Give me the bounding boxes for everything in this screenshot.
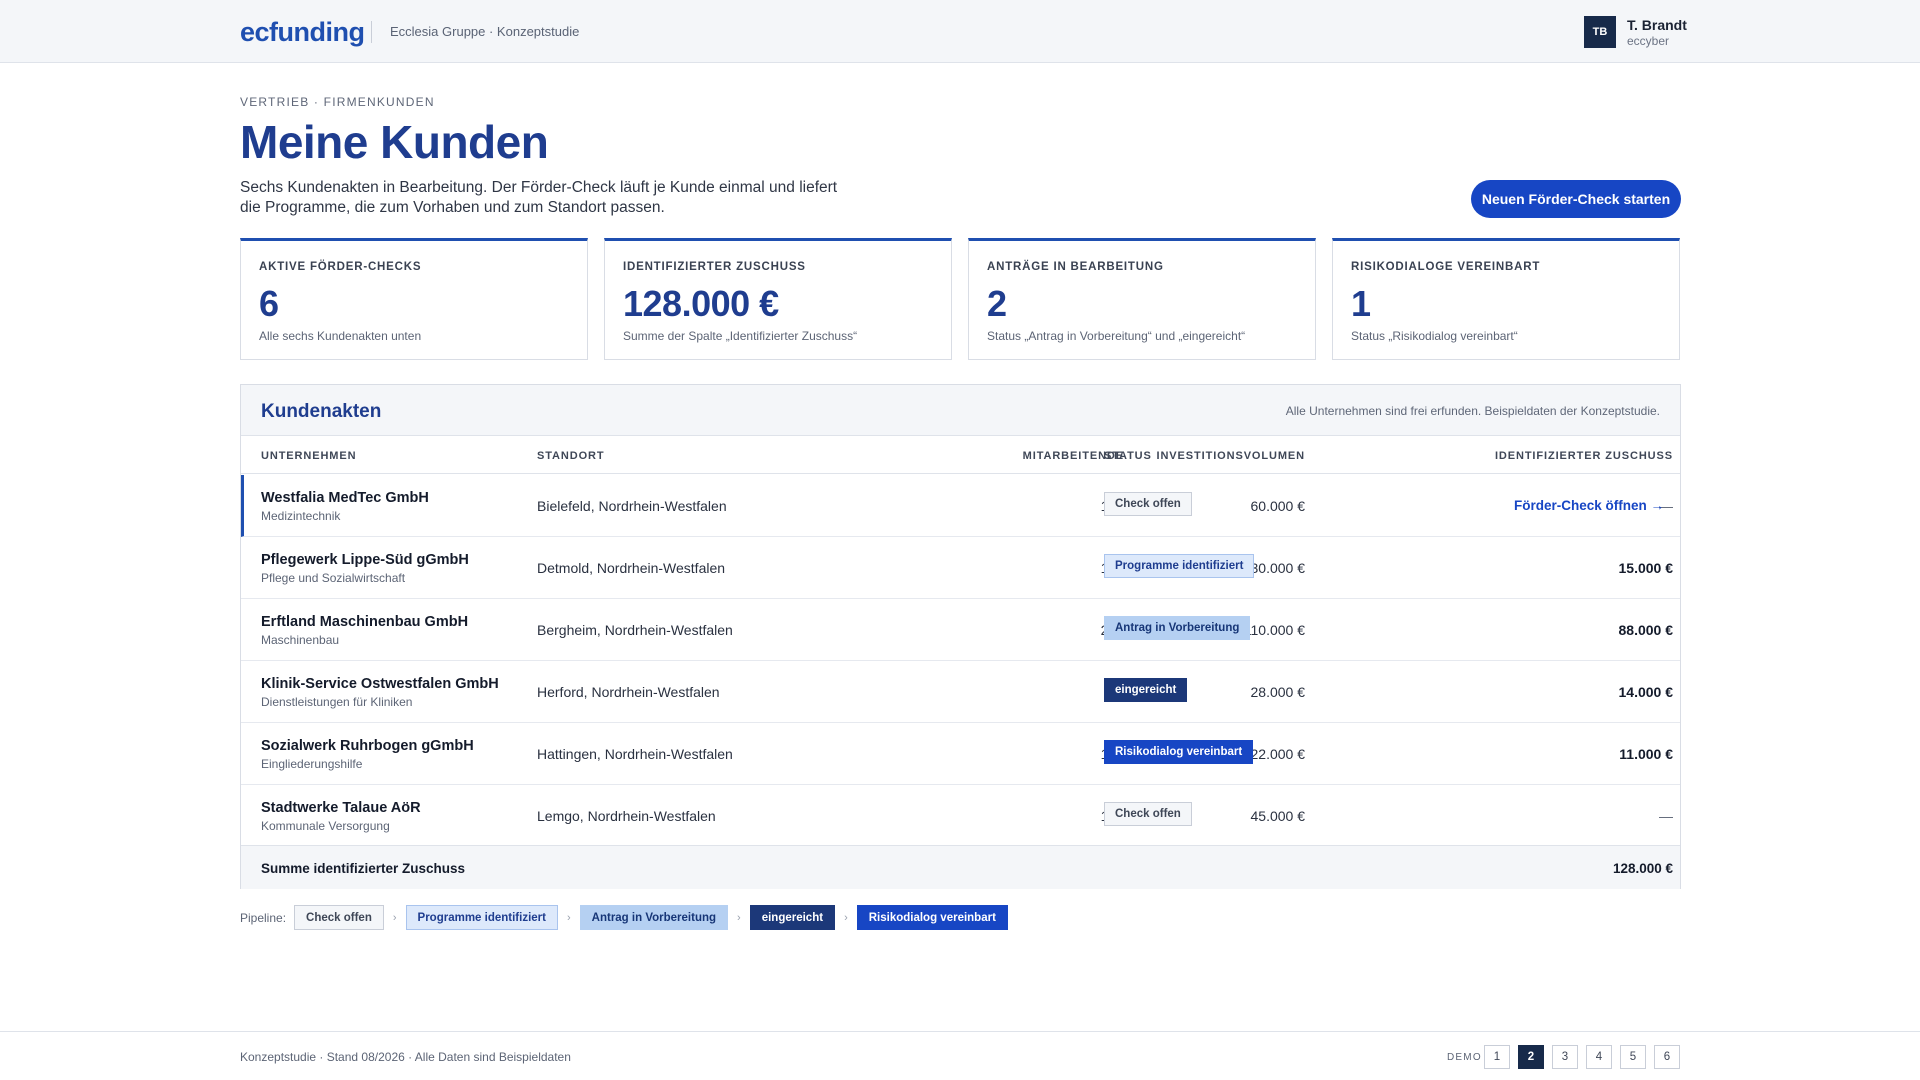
company-branch: Maschinenbau <box>261 633 340 647</box>
company-name: Klinik-Service Ostwestfalen GmbH <box>261 676 499 692</box>
kpi-note: Status „Antrag in Vorbereitung“ und „ein… <box>987 329 1246 343</box>
kpi-value: 128.000 € <box>623 283 779 324</box>
identified-grant: 88.000 € <box>1618 622 1674 638</box>
identified-grant: 14.000 € <box>1618 684 1674 700</box>
company-branch: Dienstleistungen für Kliniken <box>261 695 413 709</box>
user-org: eccyber <box>1627 34 1670 48</box>
company-branch: Medizintechnik <box>261 509 341 523</box>
demo-page-1[interactable]: 1 <box>1484 1045 1510 1069</box>
chevron-right-icon: › <box>737 911 741 924</box>
company-location: Bergheim, Nordrhein-Westfalen <box>537 622 733 638</box>
sum-row: Summe identifizierter Zuschuss 128.000 € <box>241 845 1680 889</box>
table-row[interactable]: Westfalia MedTec GmbH Medizintechnik Bie… <box>241 475 1680 537</box>
demo-page-5[interactable]: 5 <box>1620 1045 1646 1069</box>
company-branch: Kommunale Versorgung <box>261 819 390 833</box>
company-location: Hattingen, Nordrhein-Westfalen <box>537 746 733 762</box>
status-badge: Check offen <box>1104 492 1192 516</box>
pipeline-legend: Pipeline: Check offen › Programme identi… <box>240 905 1008 930</box>
user-name[interactable]: T. Brandt <box>1627 17 1687 33</box>
company-location: Lemgo, Nordrhein-Westfalen <box>537 808 716 824</box>
company-name: Erftland Maschinenbau GmbH <box>261 614 469 630</box>
column-header-location[interactable]: STANDORT <box>537 450 605 462</box>
kpi-label: IDENTIFIZIERTER ZUSCHUSS <box>623 261 806 273</box>
demo-page-2[interactable]: 2 <box>1518 1045 1544 1069</box>
page-title: Meine Kunden <box>240 116 549 168</box>
panel-header: Kundenakten Alle Unternehmen sind frei e… <box>241 385 1680 436</box>
identified-grant: 11.000 € <box>1619 746 1673 762</box>
table-row[interactable]: Pflegewerk Lippe-Süd gGmbH Pflege und So… <box>241 537 1680 599</box>
brand-logo[interactable]: ecfunding <box>240 17 365 48</box>
company-name: Stadtwerke Talaue AöR <box>261 800 421 816</box>
sum-label: Summe identifizierter Zuschuss <box>261 861 466 876</box>
company-location: Bielefeld, Nordrhein-Westfalen <box>537 498 727 514</box>
footer-text: Konzeptstudie · Stand 08/2026 · Alle Dat… <box>240 1050 571 1064</box>
kpi-card-identified-grant: IDENTIFIZIERTER ZUSCHUSS 128.000 € Summe… <box>604 238 952 360</box>
table-row[interactable]: Erftland Maschinenbau GmbH Maschinenbau … <box>241 599 1680 661</box>
company-location: Herford, Nordrhein-Westfalen <box>537 684 720 700</box>
kpi-note: Status „Risikodialog vereinbart“ <box>1351 329 1518 343</box>
table-row[interactable]: Sozialwerk Ruhrbogen gGmbH Eingliederung… <box>241 723 1680 785</box>
status-badge: Programme identifiziert <box>1104 554 1255 578</box>
identified-grant: — <box>1659 808 1673 824</box>
kpi-label: AKTIVE FÖRDER-CHECKS <box>259 261 422 273</box>
status-badge: Check offen <box>1104 802 1192 826</box>
company-branch: Eingliederungshilfe <box>261 757 363 771</box>
chevron-right-icon: › <box>392 911 397 924</box>
demo-label: DEMO <box>1447 1052 1482 1063</box>
kpi-note: Summe der Spalte „Identifizierter Zuschu… <box>623 329 858 343</box>
kpi-value: 2 <box>987 283 1007 324</box>
table-row[interactable]: Stadtwerke Talaue AöR Kommunale Versorgu… <box>241 785 1680 847</box>
brand-subtitle: Ecclesia Gruppe · Konzeptstudie <box>390 24 580 39</box>
company-branch: Pflege und Sozialwirtschaft <box>261 571 406 585</box>
kpi-value: 6 <box>259 283 279 324</box>
top-bar: ecfunding Ecclesia Gruppe · Konzeptstudi… <box>0 0 1920 63</box>
breadcrumb: VERTRIEB · FIRMENKUNDEN <box>240 95 435 109</box>
open-funding-check-link[interactable]: Förder-Check öffnen → <box>1514 498 1664 513</box>
panel-title: Kundenakten <box>261 401 382 422</box>
kpi-value: 1 <box>1351 283 1371 324</box>
demo-page-6[interactable]: 6 <box>1654 1045 1680 1069</box>
page-description: Sechs Kundenakten in Bearbeitung. Der Fö… <box>240 179 838 216</box>
pipeline-step-submitted: eingereicht <box>749 905 836 930</box>
start-funding-check-button[interactable]: Neuen Förder-Check starten <box>1471 180 1681 218</box>
column-header-company[interactable]: UNTERNEHMEN <box>261 450 356 462</box>
column-header-grant[interactable]: IDENTIFIZIERTER ZUSCHUSS <box>1441 450 1673 462</box>
status-badge: Antrag in Vorbereitung <box>1104 616 1251 640</box>
pipeline-step-application: Antrag in Vorbereitung <box>579 905 729 930</box>
sum-value: 128.000 € <box>1612 861 1673 876</box>
chevron-right-icon: › <box>566 911 571 924</box>
kpi-card-risk-dialogues: RISIKODIALOGE VEREINBART 1 Status „Risik… <box>1332 238 1680 360</box>
pipeline-step-check-open: Check offen <box>294 905 384 930</box>
company-name: Pflegewerk Lippe-Süd gGmbH <box>261 552 469 568</box>
company-name: Westfalia MedTec GmbH <box>261 490 429 506</box>
company-name: Sozialwerk Ruhrbogen gGmbH <box>261 738 474 754</box>
pipeline-label: Pipeline: <box>240 910 287 925</box>
column-header-status[interactable]: STATUS <box>1104 450 1152 462</box>
table-header: UNTERNEHMEN STANDORT MITARBEITENDE INVES… <box>241 437 1680 474</box>
footer: Konzeptstudie · Stand 08/2026 · Alle Dat… <box>0 1031 1920 1080</box>
chevron-right-icon: › <box>844 911 848 924</box>
pipeline-step-programmes: Programme identifiziert <box>405 905 558 930</box>
company-location: Detmold, Nordrhein-Westfalen <box>537 560 726 576</box>
demo-page-4[interactable]: 4 <box>1586 1045 1612 1069</box>
user-avatar[interactable]: TB <box>1584 16 1616 48</box>
table-row[interactable]: Klinik-Service Ostwestfalen GmbH Dienstl… <box>241 661 1680 723</box>
kpi-card-active-checks: AKTIVE FÖRDER-CHECKS 6 Alle sechs Kunden… <box>240 238 588 360</box>
kpi-note: Alle sechs Kundenakten unten <box>259 329 422 343</box>
identified-grant: 15.000 € <box>1618 560 1674 576</box>
status-badge: Risikodialog vereinbart <box>1104 740 1254 764</box>
customer-files-panel: Kundenakten Alle Unternehmen sind frei e… <box>240 384 1681 889</box>
kpi-label: ANTRÄGE IN BEARBEITUNG <box>987 261 1164 273</box>
kpi-label: RISIKODIALOGE VEREINBART <box>1351 261 1541 273</box>
header-divider <box>371 21 372 43</box>
pipeline-step-risk-dialogue: Risikodialog vereinbart <box>856 905 1008 930</box>
demo-page-3[interactable]: 3 <box>1552 1045 1578 1069</box>
kpi-card-applications: ANTRÄGE IN BEARBEITUNG 2 Status „Antrag … <box>968 238 1316 360</box>
panel-note: Alle Unternehmen sind frei erfunden. Bei… <box>1285 404 1660 418</box>
status-badge: eingereicht <box>1104 678 1188 702</box>
